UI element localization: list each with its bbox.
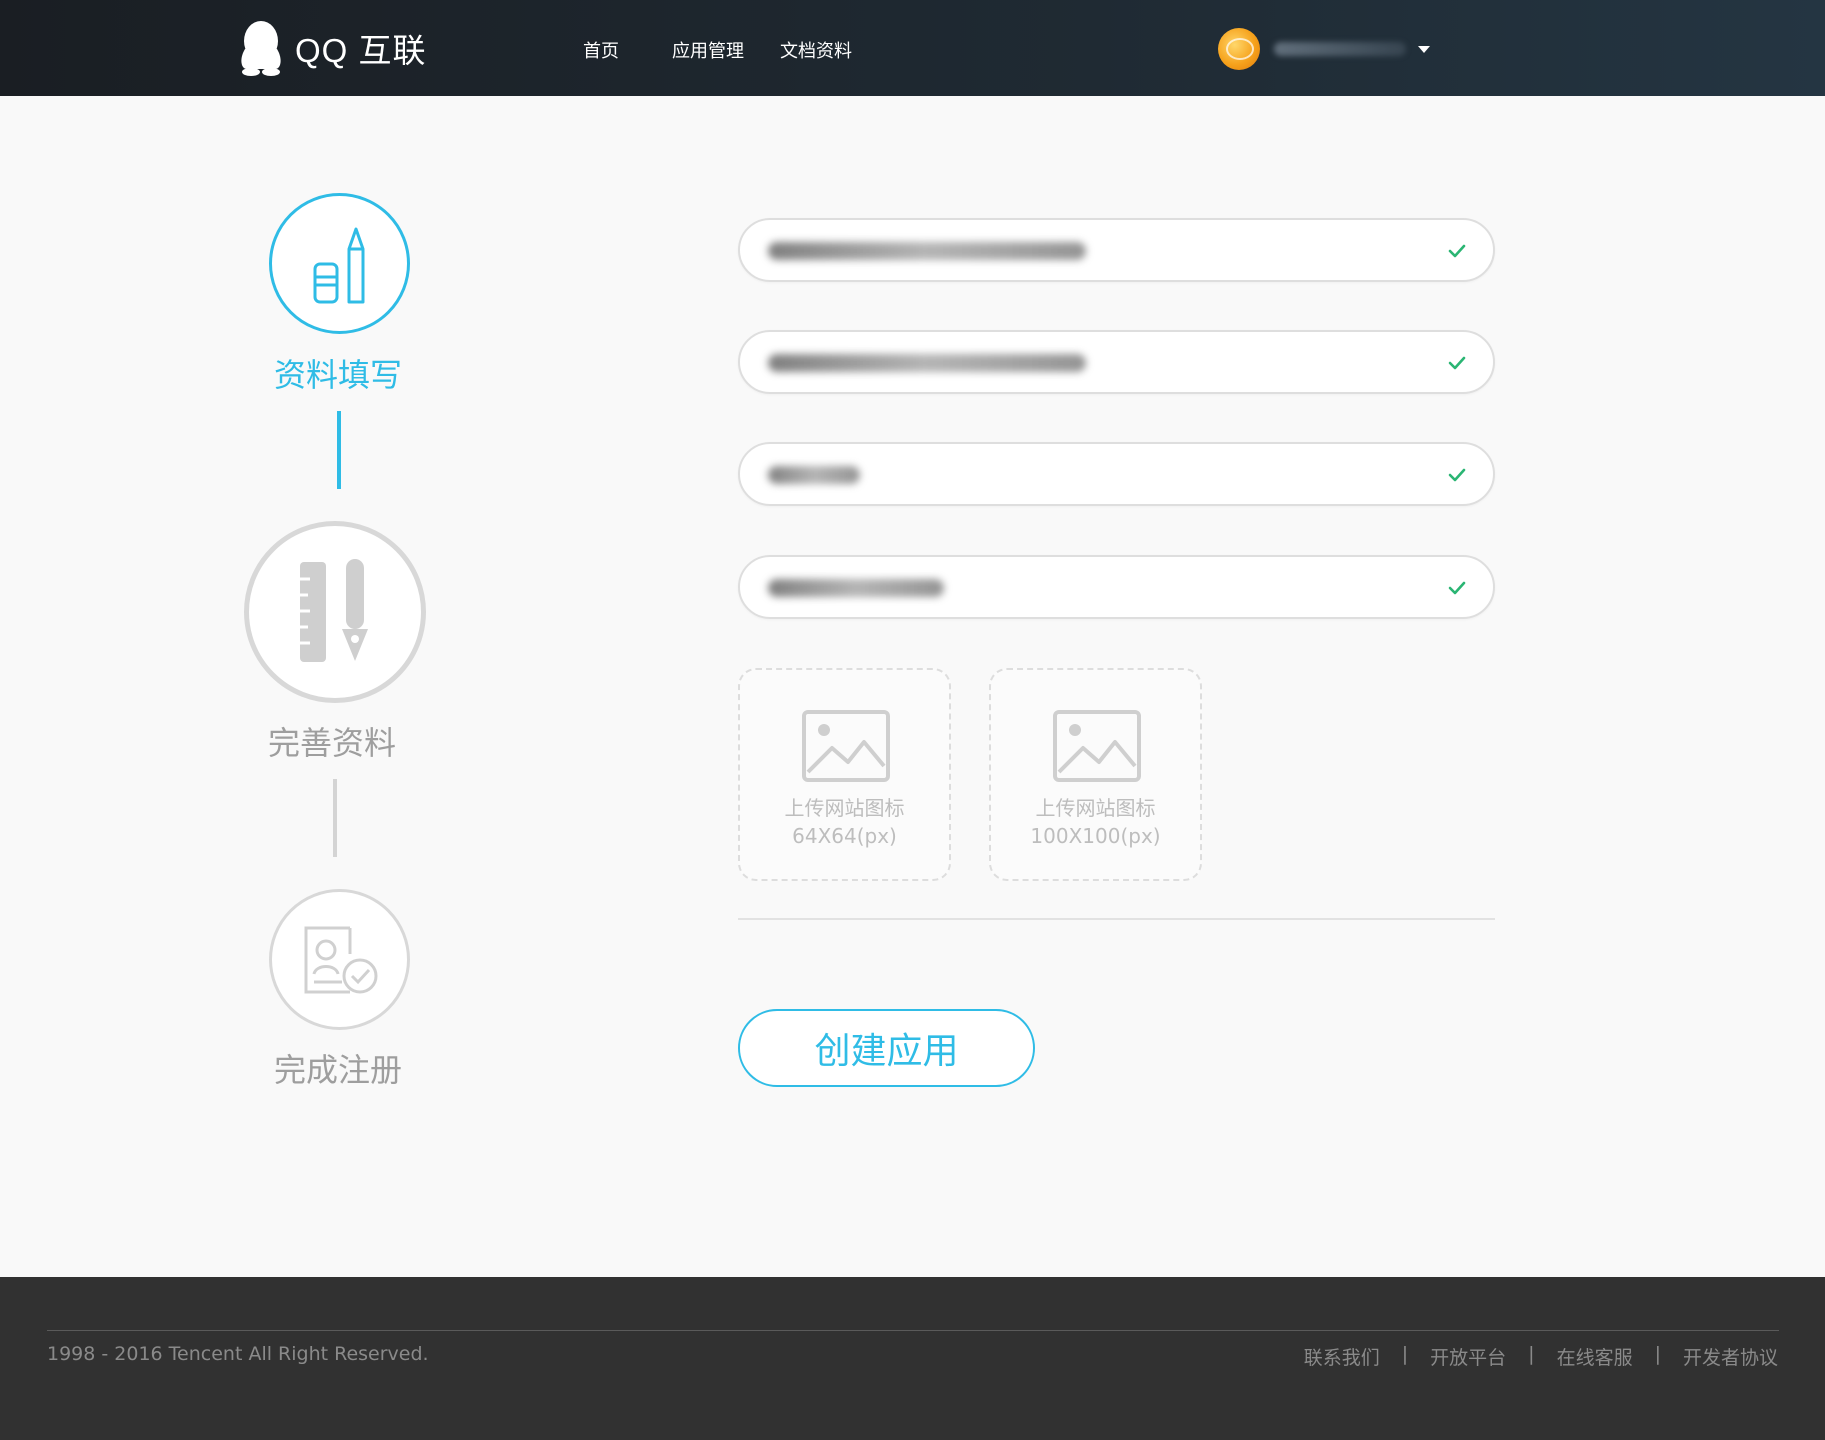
nav-app-management[interactable]: 应用管理 <box>672 37 744 63</box>
logo-text: QQ 互联 <box>295 32 427 69</box>
redacted-value <box>768 466 860 484</box>
footer-link-contact[interactable]: 联系我们 <box>1304 1343 1380 1370</box>
app-name-field[interactable] <box>738 218 1495 282</box>
step-1-label: 资料填写 <box>274 356 403 394</box>
top-navbar: QQ 互联 首页 应用管理 文档资料 <box>0 0 1825 96</box>
username-redacted <box>1274 42 1406 56</box>
image-icon <box>1053 710 1141 782</box>
footer-link-developer-agreement[interactable]: 开发者协议 <box>1683 1343 1778 1370</box>
qq-connect-logo[interactable]: QQ 互联 <box>237 18 427 78</box>
copyright-text: 1998 - 2016 Tencent All Right Reserved. <box>47 1343 429 1365</box>
check-icon <box>1448 356 1466 370</box>
pencil-eraser-icon <box>313 227 364 303</box>
avatar[interactable] <box>1218 28 1260 70</box>
step-connector-1 <box>337 411 341 489</box>
upload-icon-100[interactable]: 上传网站图标 100X100(px) <box>989 668 1202 881</box>
redacted-value <box>768 354 1086 372</box>
nav-documentation[interactable]: 文档资料 <box>780 37 852 63</box>
footer-divider <box>47 1330 1779 1331</box>
redacted-value <box>768 242 1086 260</box>
footer-link-support[interactable]: 在线客服 <box>1557 1343 1633 1370</box>
image-icon <box>802 710 890 782</box>
check-icon <box>1448 244 1466 258</box>
footer-link-open-platform[interactable]: 开放平台 <box>1430 1343 1506 1370</box>
app-type-field[interactable] <box>738 442 1495 506</box>
upload-icon-64[interactable]: 上传网站图标 64X64(px) <box>738 668 951 881</box>
upload-size: 64X64(px) <box>792 824 897 848</box>
check-icon <box>1448 581 1466 595</box>
upload-size: 100X100(px) <box>1030 824 1161 848</box>
footer-links: 联系我们 | 开放平台 | 在线客服 | 开发者协议 <box>1304 1343 1778 1370</box>
form-divider <box>738 918 1495 920</box>
upload-label: 上传网站图标 <box>784 796 905 820</box>
chevron-down-icon[interactable] <box>1418 45 1430 53</box>
step-2-circle <box>244 521 426 703</box>
check-icon <box>1448 468 1466 482</box>
step-connector-2 <box>333 779 337 857</box>
website-url-field[interactable] <box>738 330 1495 394</box>
step-3-circle <box>269 889 410 1030</box>
create-app-button[interactable]: 创建应用 <box>738 1009 1035 1087</box>
qq-penguin-icon <box>241 21 281 76</box>
nav-home[interactable]: 首页 <box>583 37 619 63</box>
id-card-check-icon <box>304 926 377 993</box>
footer: 1998 - 2016 Tencent All Right Reserved. … <box>0 1277 1825 1440</box>
ruler-pen-icon <box>300 559 368 662</box>
step-2-label: 完善资料 <box>268 724 397 762</box>
upload-label: 上传网站图标 <box>1035 796 1156 820</box>
footer-separator: | <box>1401 1343 1409 1365</box>
redacted-value <box>768 579 944 597</box>
footer-separator: | <box>1528 1343 1535 1365</box>
step-1-circle <box>269 193 410 334</box>
user-menu[interactable] <box>1218 28 1430 70</box>
record-number-field[interactable] <box>738 555 1495 619</box>
step-3-label: 完成注册 <box>274 1051 403 1089</box>
footer-separator: | <box>1654 1343 1661 1365</box>
